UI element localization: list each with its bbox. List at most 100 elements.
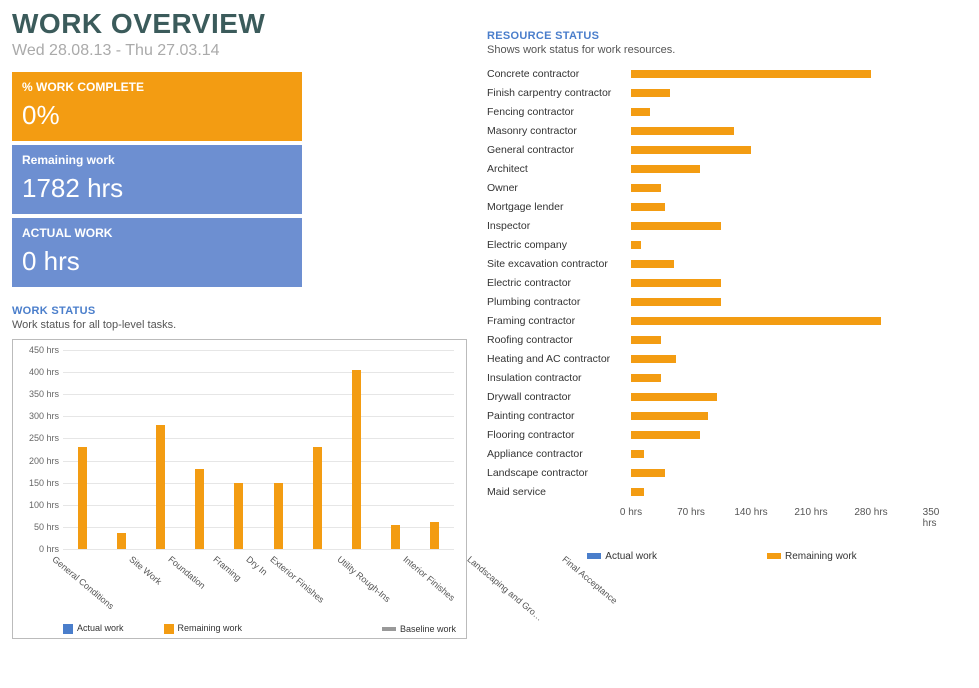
legend-actual: Actual work bbox=[77, 623, 124, 633]
bar bbox=[156, 425, 165, 549]
bar bbox=[631, 488, 644, 496]
resource-row: Owner bbox=[487, 178, 957, 197]
resource-label: Maid service bbox=[487, 486, 629, 498]
x-tick: 350 hrs bbox=[923, 507, 940, 529]
bar bbox=[631, 165, 700, 173]
bar bbox=[631, 184, 661, 192]
resource-label: Architect bbox=[487, 163, 629, 175]
card-actual-work: ACTUAL WORK 0 hrs bbox=[12, 218, 302, 287]
resource-row: Framing contractor bbox=[487, 311, 957, 330]
resource-label: Painting contractor bbox=[487, 410, 629, 422]
bar bbox=[313, 447, 322, 549]
bar bbox=[631, 431, 700, 439]
bar bbox=[631, 469, 665, 477]
resource-label: Framing contractor bbox=[487, 315, 629, 327]
card-value: 1782 hrs bbox=[22, 173, 292, 204]
resource-row: Finish carpentry contractor bbox=[487, 83, 957, 102]
bar-group bbox=[63, 350, 102, 549]
resource-label: Fencing contractor bbox=[487, 106, 629, 118]
bar-group bbox=[337, 350, 376, 549]
resource-row: Electric company bbox=[487, 235, 957, 254]
y-tick: 300 hrs bbox=[17, 411, 59, 421]
card-value: 0 hrs bbox=[22, 246, 292, 277]
work-status-subtitle: Work status for all top-level tasks. bbox=[12, 319, 467, 331]
x-tick: 70 hrs bbox=[677, 507, 705, 518]
x-tick: 280 hrs bbox=[854, 507, 887, 518]
date-range: Wed 28.08.13 - Thu 27.03.14 bbox=[12, 42, 467, 60]
resource-status-chart: Concrete contractor Finish carpentry cont… bbox=[487, 64, 957, 501]
card-label: Remaining work bbox=[22, 153, 292, 167]
bar-group bbox=[141, 350, 180, 549]
bar-group bbox=[376, 350, 415, 549]
bar bbox=[195, 469, 204, 549]
resource-label: Masonry contractor bbox=[487, 125, 629, 137]
bar-group bbox=[258, 350, 297, 549]
y-tick: 200 hrs bbox=[17, 456, 59, 466]
y-tick: 50 hrs bbox=[17, 522, 59, 532]
bar bbox=[631, 70, 871, 78]
resource-label: Insulation contractor bbox=[487, 372, 629, 384]
bar-group bbox=[102, 350, 141, 549]
work-status-title: WORK STATUS bbox=[12, 305, 467, 317]
resource-status-legend: Actual work Remaining work bbox=[487, 551, 957, 562]
resource-row: Drywall contractor bbox=[487, 387, 957, 406]
resource-row: Insulation contractor bbox=[487, 368, 957, 387]
resource-label: Landscape contractor bbox=[487, 467, 629, 479]
x-tick: 0 hrs bbox=[620, 507, 642, 518]
resource-row: Landscape contractor bbox=[487, 463, 957, 482]
resource-label: Drywall contractor bbox=[487, 391, 629, 403]
y-tick: 450 hrs bbox=[17, 345, 59, 355]
bar-group bbox=[415, 350, 454, 549]
work-status-legend: Actual work Remaining work Baseline work bbox=[23, 623, 456, 634]
resource-row: Flooring contractor bbox=[487, 425, 957, 444]
card-remaining-work: Remaining work 1782 hrs bbox=[12, 145, 302, 214]
resource-row: Mortgage lender bbox=[487, 197, 957, 216]
resource-row: General contractor bbox=[487, 140, 957, 159]
bar bbox=[430, 522, 439, 549]
y-tick: 400 hrs bbox=[17, 367, 59, 377]
resource-label: Heating and AC contractor bbox=[487, 353, 629, 365]
resource-label: Flooring contractor bbox=[487, 429, 629, 441]
legend-baseline: Baseline work bbox=[400, 624, 456, 634]
card-work-complete: % WORK COMPLETE 0% bbox=[12, 72, 302, 141]
resource-row: Electric contractor bbox=[487, 273, 957, 292]
card-label: ACTUAL WORK bbox=[22, 226, 292, 240]
bar bbox=[631, 127, 734, 135]
y-tick: 150 hrs bbox=[17, 478, 59, 488]
bar bbox=[117, 533, 126, 549]
resource-row: Roofing contractor bbox=[487, 330, 957, 349]
y-tick: 350 hrs bbox=[17, 389, 59, 399]
card-label: % WORK COMPLETE bbox=[22, 80, 292, 94]
bar-group bbox=[219, 350, 258, 549]
bar bbox=[631, 450, 644, 458]
resource-label: Appliance contractor bbox=[487, 448, 629, 460]
legend-remaining: Remaining work bbox=[785, 551, 857, 562]
resource-label: Inspector bbox=[487, 220, 629, 232]
bar bbox=[631, 146, 751, 154]
x-tick: 210 hrs bbox=[794, 507, 827, 518]
bar bbox=[631, 108, 650, 116]
resource-label: Concrete contractor bbox=[487, 68, 629, 80]
bar bbox=[391, 525, 400, 549]
bar bbox=[78, 447, 87, 549]
resource-label: Electric company bbox=[487, 239, 629, 251]
resource-status-title: RESOURCE STATUS bbox=[487, 30, 957, 42]
resource-label: Electric contractor bbox=[487, 277, 629, 289]
bar bbox=[631, 89, 670, 97]
card-value: 0% bbox=[22, 100, 292, 131]
page-title: WORK OVERVIEW bbox=[12, 8, 467, 40]
resource-status-subtitle: Shows work status for work resources. bbox=[487, 44, 957, 56]
resource-label: Site excavation contractor bbox=[487, 258, 629, 270]
bar bbox=[631, 317, 881, 325]
bar bbox=[234, 483, 243, 549]
bar bbox=[631, 393, 717, 401]
work-status-chart: 0 hrs50 hrs100 hrs150 hrs200 hrs250 hrs3… bbox=[12, 339, 467, 639]
bar bbox=[631, 279, 721, 287]
bar bbox=[631, 374, 661, 382]
legend-remaining: Remaining work bbox=[178, 623, 243, 633]
bar bbox=[631, 241, 641, 249]
bar-group bbox=[298, 350, 337, 549]
bar-group bbox=[180, 350, 219, 549]
resource-row: Appliance contractor bbox=[487, 444, 957, 463]
resource-row: Inspector bbox=[487, 216, 957, 235]
